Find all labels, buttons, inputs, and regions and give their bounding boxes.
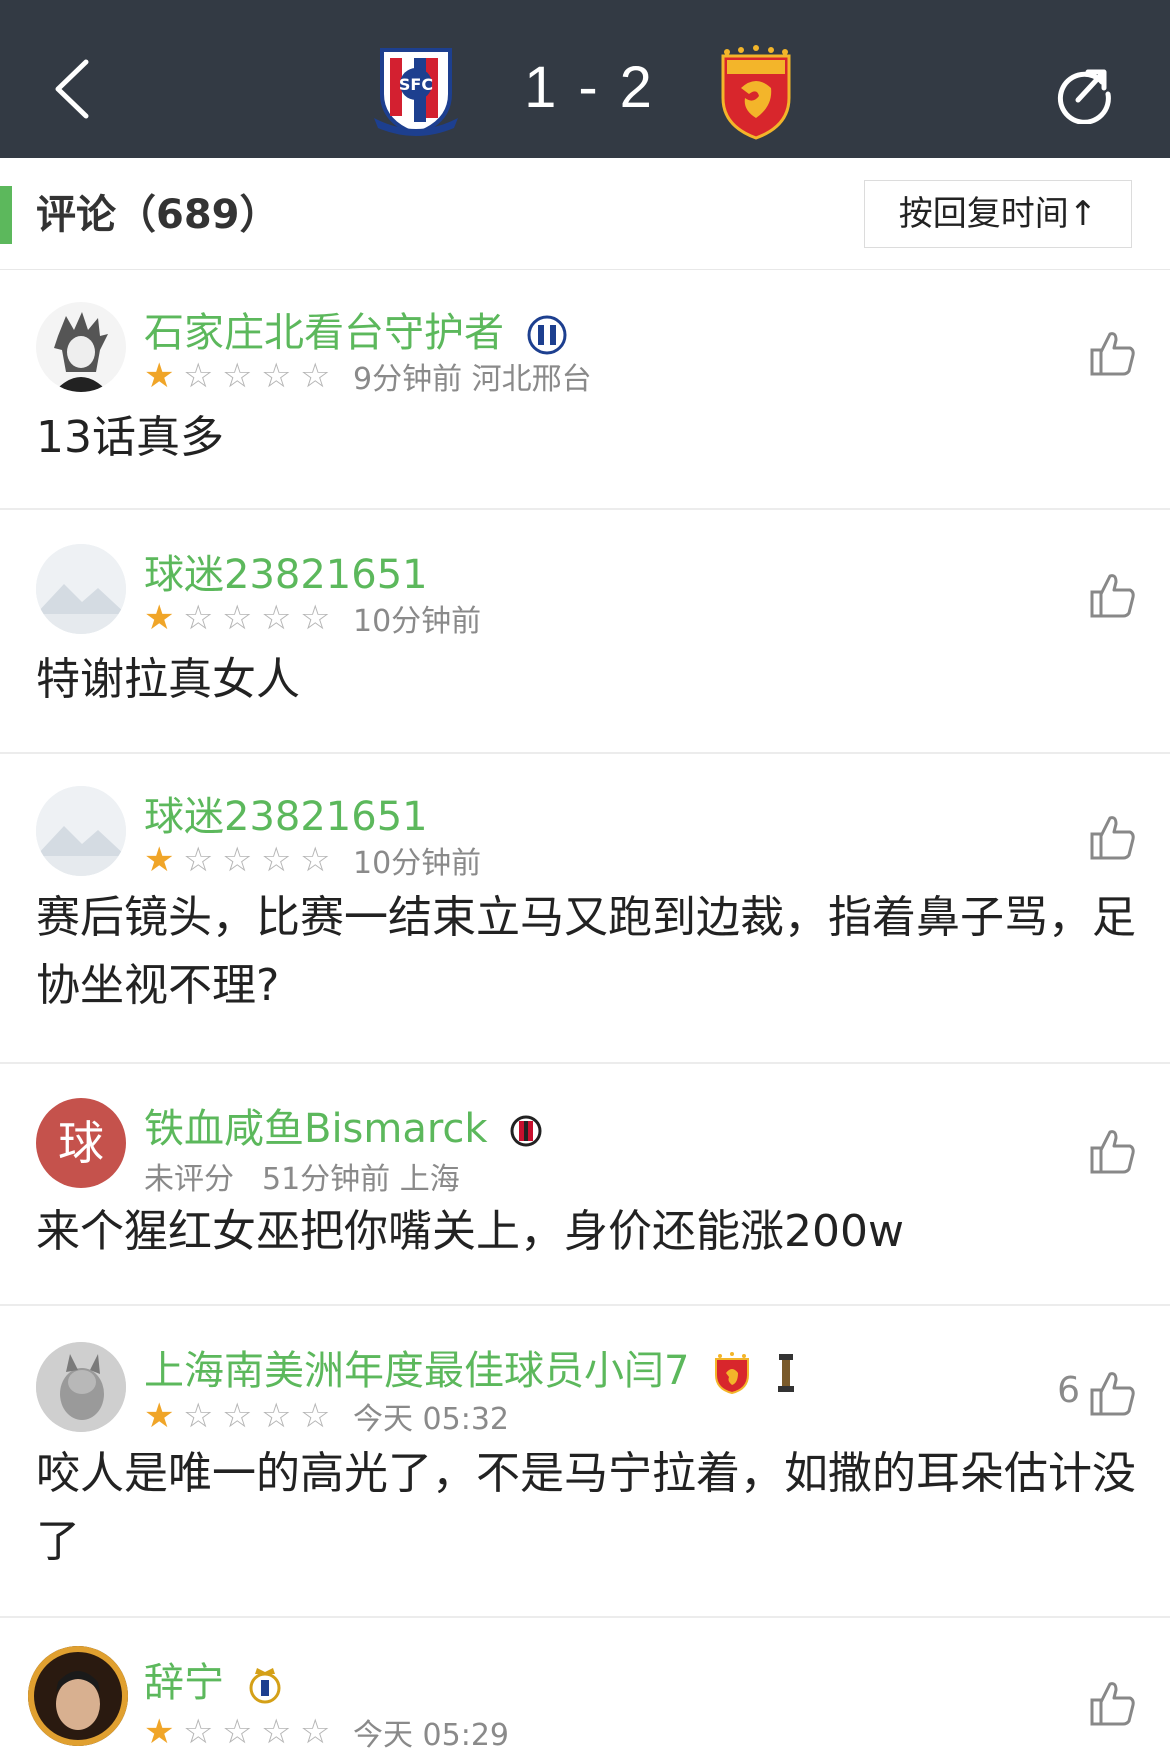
star-empty-icon: ☆ [300, 598, 331, 638]
comment-time: 9分钟前 [353, 362, 463, 397]
svg-text:SFC: SFC [399, 75, 433, 94]
comment-text: 咬人是唯一的高光了，不是马宁拉着，如撒的耳朵估计没了 [36, 1448, 1136, 1567]
username[interactable]: 球迷23821651 [144, 784, 428, 842]
thumbs-up-icon[interactable] [1088, 1368, 1138, 1418]
team-badge-icon [249, 1668, 281, 1704]
match-score: 1-2 [510, 40, 670, 136]
username[interactable]: 上海南美洲年度最佳球员小闫7 [144, 1338, 797, 1396]
team-badge-icon [510, 1115, 542, 1147]
rating-stars: ★ ☆ ☆ ☆ ☆ [144, 843, 339, 877]
star-empty-icon: ☆ [183, 1396, 214, 1436]
star-empty-icon: ☆ [261, 356, 292, 396]
team-badge-icon [715, 1352, 750, 1395]
match-header: SFC 1-2 [0, 0, 1170, 158]
star-empty-icon: ☆ [300, 356, 331, 396]
comment-item: 上海南美洲年度最佳球员小闫7 ★ ☆ ☆ ☆ ☆ 今天 05:32 6 咬人是唯一的高光… [0, 1306, 1170, 1618]
comment-meta: ★ ☆ ☆ ☆ ☆ 今天 05:32 [144, 1394, 509, 1438]
avatar[interactable] [28, 1646, 128, 1746]
comment-text: 赛后镜头，比赛一结束立马又跑到边裁，指着鼻子骂，足协坐视不理? [36, 892, 1136, 1011]
comments-title: 评论（689） [36, 192, 280, 238]
star-filled-icon: ★ [144, 1712, 175, 1752]
comment-item: 石家庄北看台守护者 ★ ☆ ☆ ☆ ☆ 9分钟前 河北邢台 13话真多 [0, 270, 1170, 510]
chevron-left-icon[interactable] [48, 56, 98, 122]
star-empty-icon: ☆ [183, 356, 214, 396]
star-empty-icon: ☆ [222, 1712, 253, 1752]
comment-meta: ★ ☆ ☆ ☆ ☆ 9分钟前 河北邢台 [144, 354, 592, 398]
comment-location: 上海 [399, 1162, 460, 1197]
trophy-icon [777, 1354, 794, 1392]
like-count: 6 [1057, 1370, 1080, 1411]
away-score: 2 [619, 55, 656, 120]
thumbs-up-icon[interactable] [1088, 1678, 1138, 1728]
away-team-crest [721, 45, 791, 140]
thumbs-up-icon[interactable] [1088, 328, 1138, 378]
comment-meta: 未评分 51分钟前 上海 [144, 1154, 460, 1198]
comment-time: 今天 05:32 [353, 1402, 509, 1437]
avatar[interactable] [36, 1342, 126, 1432]
comment-item: 球迷23821651 ★ ☆ ☆ ☆ ☆ 10分钟前 特谢拉真女人 [0, 510, 1170, 754]
star-empty-icon: ☆ [222, 840, 253, 880]
thumbs-up-icon[interactable] [1088, 1126, 1138, 1176]
star-empty-icon: ☆ [183, 1712, 214, 1752]
star-empty-icon: ☆ [300, 1396, 331, 1436]
star-empty-icon: ☆ [300, 840, 331, 880]
score-separator: - [578, 55, 602, 120]
username[interactable]: 铁血咸鱼Bismarck [144, 1096, 542, 1154]
star-empty-icon: ☆ [261, 1396, 292, 1436]
avatar[interactable]: 球 [36, 1098, 126, 1188]
avatar[interactable] [36, 544, 126, 634]
star-filled-icon: ★ [144, 840, 175, 880]
comment-time: 今天 05:29 [353, 1718, 509, 1753]
star-empty-icon: ☆ [222, 356, 253, 396]
thumbs-up-icon[interactable] [1088, 812, 1138, 862]
username[interactable]: 石家庄北看台守护者 [144, 300, 567, 358]
star-empty-icon: ☆ [261, 1712, 292, 1752]
star-empty-icon: ☆ [261, 840, 292, 880]
star-empty-icon: ☆ [300, 1712, 331, 1752]
comment-time: 10分钟前 [353, 846, 482, 881]
star-empty-icon: ☆ [222, 598, 253, 638]
comment-text: 特谢拉真女人 [36, 654, 300, 705]
comment-text: 13话真多 [36, 412, 224, 463]
star-filled-icon: ★ [144, 1396, 175, 1436]
rating-stars: ★ ☆ ☆ ☆ ☆ [144, 601, 339, 635]
comment-item: 球迷23821651 ★ ☆ ☆ ☆ ☆ 10分钟前 赛后镜头，比赛一结束立马又跑到边裁… [0, 754, 1170, 1064]
rating-stars: ★ ☆ ☆ ☆ ☆ [144, 1715, 339, 1749]
section-accent-bar [0, 186, 12, 244]
rating-stars: ★ ☆ ☆ ☆ ☆ [144, 1399, 339, 1433]
star-filled-icon: ★ [144, 598, 175, 638]
username[interactable]: 辞宁 [144, 1650, 283, 1708]
comment-text: 来个猩红女巫把你嘴关上，身价还能涨200w [36, 1206, 904, 1257]
star-empty-icon: ☆ [183, 598, 214, 638]
sort-by-reply-time-button[interactable]: 按回复时间↑ [864, 180, 1132, 248]
rating-stars: ★ ☆ ☆ ☆ ☆ [144, 359, 339, 393]
username[interactable]: 球迷23821651 [144, 542, 428, 600]
star-empty-icon: ☆ [261, 598, 292, 638]
comment-meta: ★ ☆ ☆ ☆ ☆ 10分钟前 [144, 838, 481, 882]
home-team-crest: SFC [374, 48, 458, 137]
comment-item: 球 铁血咸鱼Bismarck 未评分 51分钟前 上海 来个猩红女巫把你嘴关上，… [0, 1064, 1170, 1306]
avatar[interactable] [36, 786, 126, 876]
comment-time: 10分钟前 [353, 604, 482, 639]
comment-item: 辞宁 ★ ☆ ☆ ☆ ☆ 今天 05:29 [0, 1618, 1170, 1753]
share-icon[interactable] [1052, 60, 1116, 124]
team-badge-icon [527, 315, 567, 355]
home-score: 1 [524, 55, 561, 120]
star-empty-icon: ☆ [183, 840, 214, 880]
avatar[interactable] [36, 302, 126, 392]
comment-time: 51分钟前 [262, 1162, 391, 1197]
star-empty-icon: ☆ [222, 1396, 253, 1436]
thumbs-up-icon[interactable] [1088, 570, 1138, 620]
comments-section-header: 评论（689） 按回复时间↑ [0, 158, 1170, 270]
comment-location: 河北邢台 [471, 362, 592, 397]
rating-text: 未评分 [144, 1162, 234, 1197]
star-filled-icon: ★ [144, 356, 175, 396]
comment-meta: ★ ☆ ☆ ☆ ☆ 今天 05:29 [144, 1710, 509, 1754]
comment-meta: ★ ☆ ☆ ☆ ☆ 10分钟前 [144, 596, 481, 640]
